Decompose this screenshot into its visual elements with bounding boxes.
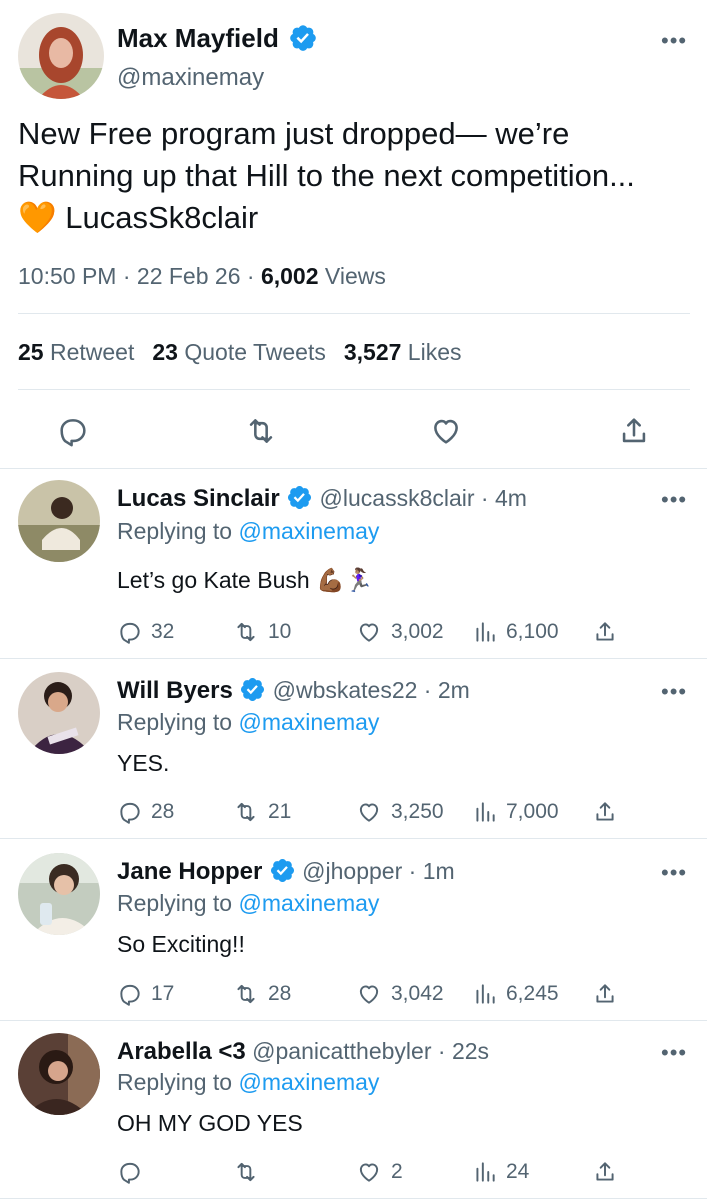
divider bbox=[0, 658, 707, 659]
reply-time: 4m bbox=[495, 485, 527, 511]
author-handle[interactable]: @maxinemay bbox=[117, 64, 264, 92]
replying-to: Replying to @maxinemay bbox=[117, 1069, 380, 1095]
retweet-icon bbox=[237, 984, 255, 1004]
reply-author-handle[interactable]: @wbskates22 bbox=[273, 677, 418, 703]
reply-icon bbox=[120, 622, 140, 644]
like-icon bbox=[359, 803, 379, 822]
share-icon[interactable] bbox=[617, 414, 651, 448]
reply-text: Let’s go Kate Bush 💪🏾🏃🏽‍♀️ bbox=[117, 567, 374, 593]
engagement-stats: 25 Retweet 23 Quote Tweets 3,527 Likes bbox=[18, 339, 462, 366]
view-count[interactable]: 6,245 bbox=[472, 981, 559, 1007]
share-icon[interactable] bbox=[592, 1159, 618, 1185]
divider bbox=[0, 838, 707, 839]
reply-count[interactable]: 32 bbox=[117, 619, 174, 645]
share-icon[interactable] bbox=[592, 981, 618, 1007]
replying-to: Replying to @maxinemay bbox=[117, 518, 380, 544]
reply-icon[interactable] bbox=[56, 414, 90, 448]
reply-header: Arabella <3 @panicatthebyler · 22s bbox=[117, 1038, 490, 1065]
reply-count[interactable]: 17 bbox=[117, 981, 174, 1007]
reply-text: YES. bbox=[117, 750, 170, 776]
retweet-icon bbox=[237, 622, 255, 642]
like-count[interactable]: 3,042 bbox=[355, 981, 444, 1007]
view-count[interactable]: 7,000 bbox=[472, 799, 559, 825]
reply-author-handle[interactable]: @panicatthebyler bbox=[252, 1038, 431, 1064]
retweet-count[interactable]: 28 bbox=[232, 981, 291, 1007]
reply-author-handle[interactable]: @lucassk8clair bbox=[320, 485, 475, 511]
like-count[interactable]: 3,250 bbox=[355, 799, 444, 825]
reply-time: 2m bbox=[437, 677, 470, 703]
analytics-icon bbox=[476, 1162, 495, 1182]
replying-to: Replying to @maxinemay bbox=[117, 709, 380, 735]
author-avatar[interactable] bbox=[18, 13, 104, 99]
more-options-icon[interactable]: ••• bbox=[661, 681, 687, 703]
retweets-stat[interactable]: 25 Retweet bbox=[18, 339, 134, 365]
reply-count[interactable]: 28 bbox=[117, 799, 174, 825]
retweet-icon[interactable] bbox=[243, 414, 279, 448]
like-icon bbox=[359, 985, 379, 1004]
like-count[interactable]: 3,002 bbox=[355, 619, 444, 645]
divider bbox=[18, 313, 690, 314]
divider bbox=[0, 1020, 707, 1021]
reply-time: 22s bbox=[451, 1038, 490, 1064]
reply-avatar[interactable] bbox=[18, 1033, 100, 1115]
verified-badge-icon bbox=[290, 25, 316, 51]
reply-header: Lucas Sinclair @lucassk8clair · 4m bbox=[117, 485, 527, 512]
orange-heart-icon: 🧡 bbox=[18, 200, 57, 235]
reply-text: OH MY GOD YES bbox=[117, 1110, 303, 1136]
reply-avatar[interactable] bbox=[18, 672, 100, 754]
more-options-icon[interactable]: ••• bbox=[661, 30, 687, 52]
replying-to: Replying to @maxinemay bbox=[117, 890, 380, 916]
reply-author-handle[interactable]: @jhopper bbox=[302, 858, 402, 884]
quote-tweets-stat[interactable]: 23 Quote Tweets bbox=[152, 339, 325, 365]
like-count[interactable]: 2 bbox=[355, 1159, 403, 1185]
reply-header: Will Byers @wbskates22 · 2m bbox=[117, 677, 470, 704]
retweet-count[interactable] bbox=[232, 1159, 268, 1185]
replying-to-handle[interactable]: @maxinemay bbox=[238, 518, 379, 544]
reply-header: Jane Hopper @jhopper · 1m bbox=[117, 858, 455, 885]
reply-author-name[interactable]: Jane Hopper bbox=[117, 858, 262, 885]
replying-to-handle[interactable]: @maxinemay bbox=[238, 1069, 379, 1095]
analytics-icon bbox=[476, 802, 495, 822]
reply-icon bbox=[120, 1162, 140, 1184]
replying-to-handle[interactable]: @maxinemay bbox=[238, 890, 379, 916]
verified-badge-icon bbox=[241, 678, 265, 702]
more-options-icon[interactable]: ••• bbox=[661, 862, 687, 884]
divider bbox=[0, 468, 707, 469]
retweet-icon bbox=[237, 802, 255, 822]
reply-author-name[interactable]: Lucas Sinclair bbox=[117, 485, 280, 512]
more-options-icon[interactable]: ••• bbox=[661, 1042, 687, 1064]
reply-count[interactable] bbox=[117, 1159, 151, 1185]
view-count[interactable]: 24 bbox=[472, 1159, 529, 1185]
divider bbox=[0, 1198, 707, 1199]
analytics-icon bbox=[476, 622, 495, 642]
views-count: 6,002 bbox=[260, 263, 319, 289]
reply-icon bbox=[120, 802, 140, 824]
reply-time: 1m bbox=[422, 858, 455, 884]
retweet-count[interactable]: 21 bbox=[232, 799, 291, 825]
reply-text: So Exciting!! bbox=[117, 931, 245, 957]
replying-to-handle[interactable]: @maxinemay bbox=[238, 709, 379, 735]
likes-stat[interactable]: 3,527 Likes bbox=[344, 339, 462, 365]
tweet-meta: 10:50 PM · 22 Feb 26 · 6,002 Views bbox=[18, 263, 386, 289]
reply-author-name[interactable]: Will Byers bbox=[117, 677, 233, 704]
more-options-icon[interactable]: ••• bbox=[661, 489, 687, 511]
retweet-icon bbox=[237, 1162, 255, 1182]
share-icon[interactable] bbox=[592, 799, 618, 825]
retweet-count[interactable]: 10 bbox=[232, 619, 291, 645]
reply-icon bbox=[120, 984, 140, 1006]
tweet-text: New Free program just dropped— we’re Run… bbox=[18, 116, 635, 235]
verified-badge-icon bbox=[288, 486, 312, 510]
author-name[interactable]: Max Mayfield bbox=[117, 23, 318, 54]
share-icon[interactable] bbox=[592, 619, 618, 645]
reply-avatar[interactable] bbox=[18, 853, 100, 935]
divider bbox=[18, 389, 690, 390]
like-icon bbox=[359, 1163, 379, 1182]
reply-author-name[interactable]: Arabella <3 bbox=[117, 1038, 246, 1065]
like-icon[interactable] bbox=[428, 414, 464, 448]
reply-avatar[interactable] bbox=[18, 480, 100, 562]
like-icon bbox=[359, 623, 379, 642]
verified-badge-icon bbox=[270, 859, 294, 883]
view-count[interactable]: 6,100 bbox=[472, 619, 559, 645]
analytics-icon bbox=[476, 984, 495, 1004]
